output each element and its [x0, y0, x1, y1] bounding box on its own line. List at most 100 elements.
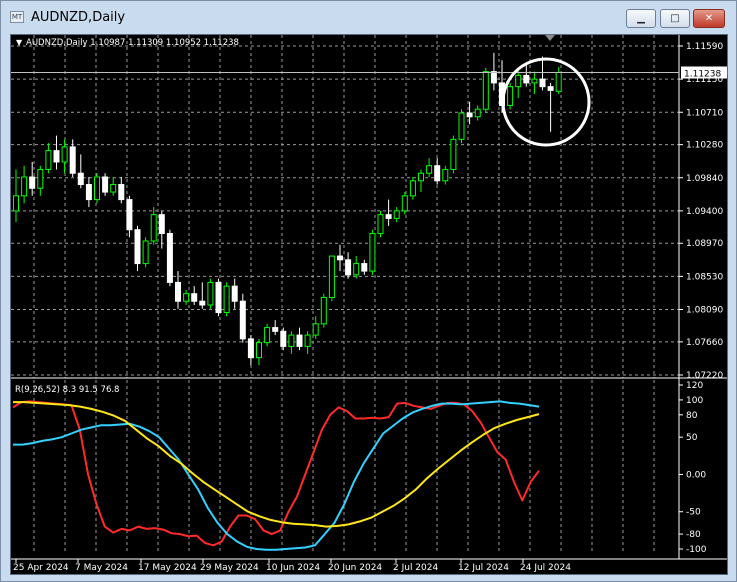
chart-canvas[interactable]: 1.115901.111501.107101.102801.098401.094… — [11, 35, 727, 574]
candle-body — [239, 300, 246, 340]
ind-tick-label: 0.00 — [686, 470, 706, 480]
ind-tick-label: 80 — [686, 411, 698, 421]
candle-body — [523, 74, 530, 84]
candle-body — [401, 195, 408, 212]
candle-body — [409, 180, 416, 197]
candle-body — [426, 165, 433, 174]
minimize-button[interactable]: ▁ — [626, 9, 656, 28]
candle-body — [53, 150, 60, 163]
candle-body — [142, 240, 149, 265]
title-bar[interactable]: MT AUDNZD,Daily ▁ □ ✕ — [1, 1, 736, 35]
candle-body — [531, 78, 538, 84]
candle-body — [466, 112, 473, 118]
candle-body — [345, 259, 352, 276]
time-tick-label: 10 Jun 2024 — [266, 563, 320, 573]
candle-body — [166, 232, 173, 283]
ind-tick-label: 120 — [686, 381, 703, 391]
candle-body — [369, 232, 376, 272]
candle-body — [158, 214, 165, 234]
price-tick-label: 1.07220 — [686, 371, 723, 381]
candle-body — [13, 195, 19, 212]
candle-body — [191, 293, 198, 302]
candle-body — [515, 74, 522, 88]
price-tick-label: 1.07660 — [686, 338, 723, 348]
candle-body — [474, 108, 481, 118]
indicator-label: R(9,26,52) 8.3 91.5 76.8 — [15, 385, 119, 395]
candle-body — [490, 71, 497, 84]
candle-body — [320, 296, 327, 325]
candle-body — [102, 176, 109, 193]
candle-body — [434, 165, 441, 182]
candle-body — [215, 281, 222, 314]
candle-body — [337, 255, 343, 261]
candle-body — [61, 146, 68, 163]
price-tick-label: 1.08530 — [686, 272, 723, 282]
candle-body — [207, 281, 214, 306]
candle-body — [361, 263, 368, 272]
annotation-circle — [501, 57, 591, 147]
candle-body — [150, 214, 157, 242]
close-button[interactable]: ✕ — [693, 9, 725, 28]
candle-body — [272, 327, 279, 332]
price-tick-label: 1.08090 — [686, 306, 723, 316]
candle-body — [29, 176, 36, 189]
indicator-series-1 — [13, 400, 540, 551]
candle-body — [280, 330, 287, 347]
candle-body — [21, 176, 28, 197]
candle-body — [231, 285, 238, 302]
price-tick-label: 1.10710 — [686, 108, 723, 118]
candle-body — [328, 255, 335, 298]
candle-body — [555, 72, 562, 92]
time-tick-label: 20 Jun 2024 — [328, 563, 382, 573]
price-tick-label: 1.09400 — [686, 207, 723, 217]
chart-area[interactable]: 1.11590 1.11150 1.10710 1.10280 1.09840 1.094… — [10, 34, 728, 575]
candle-body — [256, 342, 262, 359]
candle-body — [77, 172, 84, 186]
chart-window-icon: MT — [10, 11, 24, 23]
chart-shift-marker — [545, 35, 555, 41]
indicator-series-2 — [13, 401, 540, 528]
candle-body — [450, 138, 457, 170]
candle-body — [126, 199, 133, 231]
candle-body — [377, 214, 384, 234]
candle-body — [37, 168, 44, 189]
candle-body — [94, 176, 100, 201]
time-tick-label: 7 May 2024 — [75, 563, 128, 573]
time-tick-label: 25 Apr 2024 — [13, 563, 69, 573]
candle-body — [175, 281, 181, 302]
candle-body — [134, 229, 141, 265]
maximize-button[interactable]: □ — [660, 9, 690, 28]
candle-body — [199, 300, 206, 306]
candle-body — [45, 150, 52, 170]
candle-body — [547, 86, 554, 91]
candle-body — [312, 323, 319, 336]
time-tick-label: 24 Jul 2024 — [520, 563, 571, 573]
current-price-label: 1.11238 — [684, 70, 721, 80]
candle-body — [385, 214, 392, 219]
indicator-series-0 — [12, 400, 540, 547]
ind-tick-label: -80 — [686, 530, 701, 540]
ind-tick-label: -100 — [686, 545, 707, 555]
candle-body — [353, 263, 360, 276]
candle-body — [264, 327, 271, 344]
candle-body — [539, 78, 546, 88]
candle-body — [442, 168, 449, 182]
ind-tick-label: 50 — [686, 433, 698, 443]
chart-symbol-label: AUDNZD,Daily 1.10987 1.11309 1.10952 1.1… — [26, 38, 239, 48]
candle-body — [183, 293, 190, 302]
candle-body — [223, 285, 230, 314]
window-title: AUDNZD,Daily — [31, 10, 126, 25]
time-tick-label: 29 May 2024 — [200, 563, 259, 573]
time-tick-label: 12 Jul 2024 — [458, 563, 509, 573]
chart-header-arrow: ▼ — [16, 38, 23, 47]
time-tick-label: 17 May 2024 — [138, 563, 197, 573]
candle-body — [85, 184, 92, 201]
candle-body — [507, 86, 514, 106]
candle-body — [393, 210, 400, 219]
candle-body — [296, 334, 303, 347]
candle-body — [110, 184, 117, 193]
candle-body — [288, 334, 295, 347]
ind-tick-label: -50 — [686, 508, 701, 518]
candle-body — [418, 172, 424, 182]
chart-window: MT AUDNZD,Daily ▁ □ ✕ 1.11590 1.11150 1.10… — [0, 0, 737, 582]
